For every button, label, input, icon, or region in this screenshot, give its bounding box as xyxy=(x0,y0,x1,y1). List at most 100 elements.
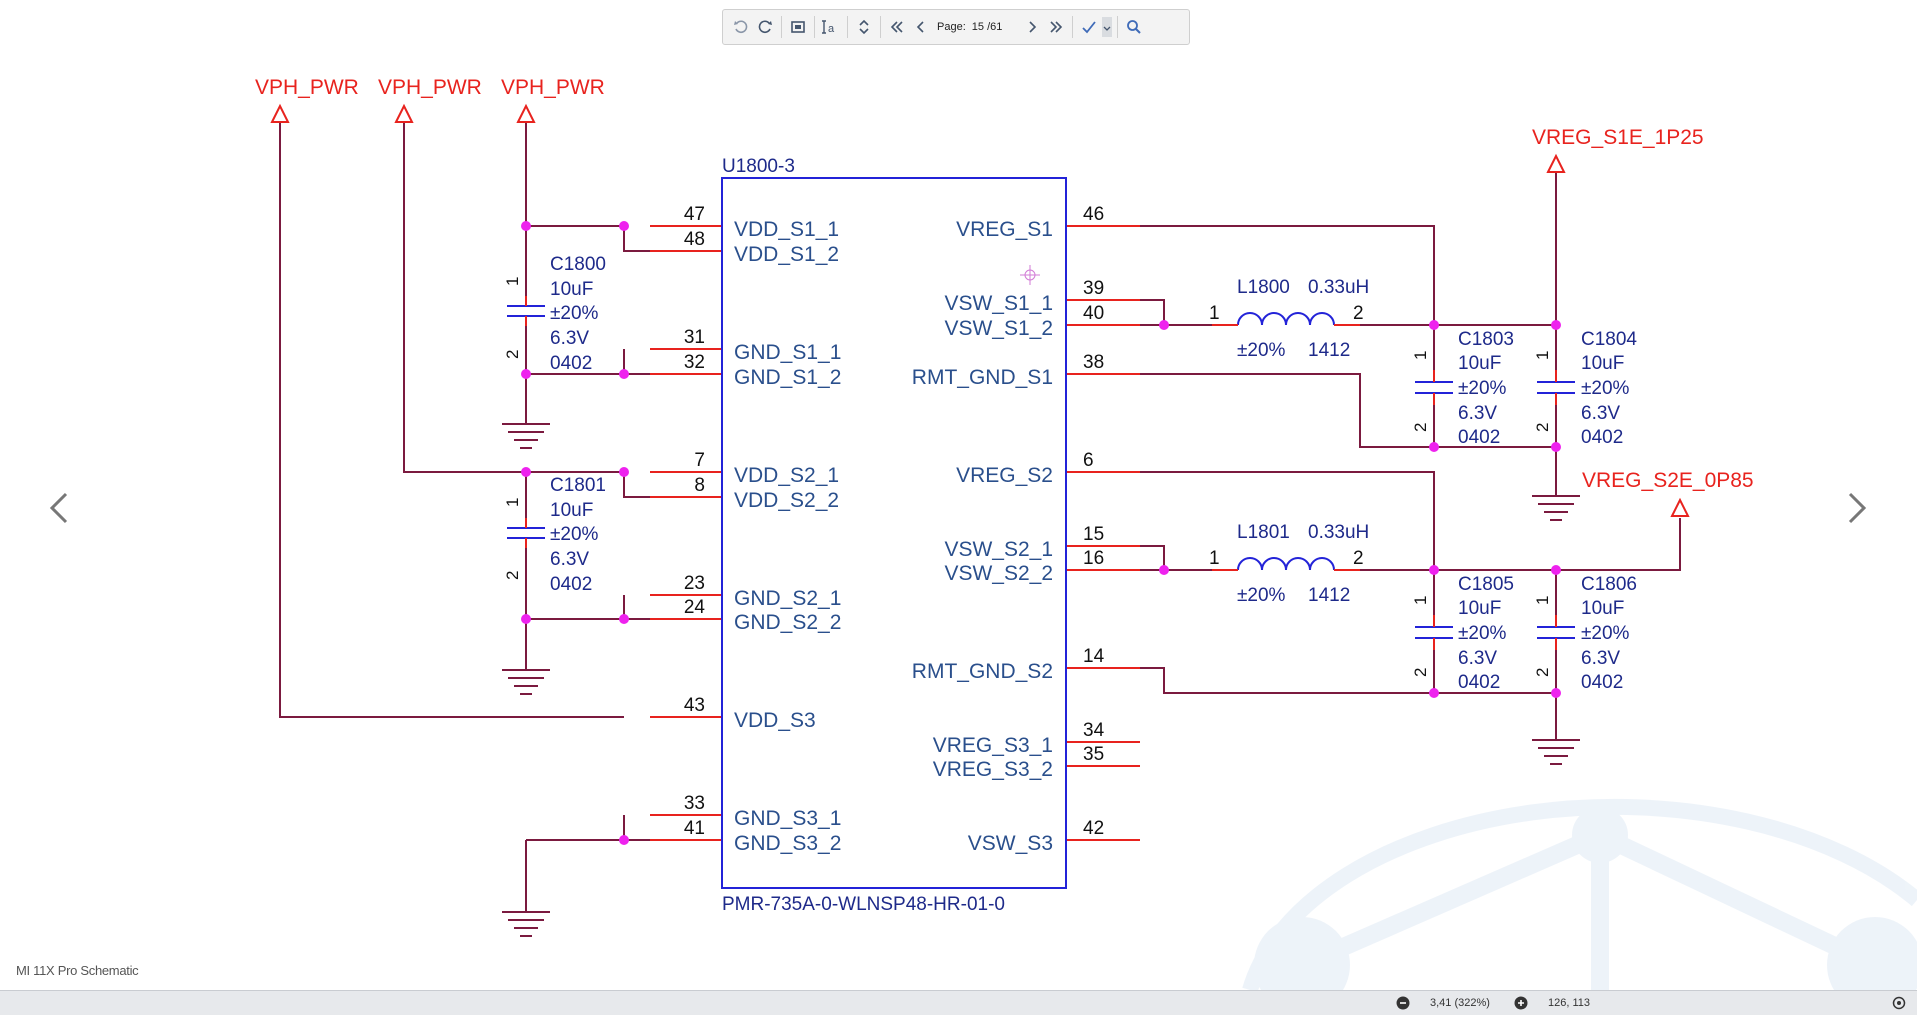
cap-pin2: 2 xyxy=(503,571,522,580)
rotate-left-icon[interactable] xyxy=(729,14,753,40)
cap-pin1: 1 xyxy=(503,498,522,507)
pin-number: 46 xyxy=(1083,204,1104,225)
inductor-l1800: L1800 0.33uH ±20% 1412 1 2 xyxy=(1209,277,1369,361)
pin-name: GND_S2_1 xyxy=(734,587,841,610)
cap-value: 10uF xyxy=(1458,353,1501,374)
cap-voltage: 6.3V xyxy=(550,549,589,570)
cap-tolerance: ±20% xyxy=(1458,623,1507,644)
zoom-in-icon[interactable] xyxy=(1514,996,1528,1010)
cap-value: 10uF xyxy=(1581,353,1624,374)
toolbar-separator xyxy=(814,16,815,38)
scroll-mode-icon[interactable] xyxy=(852,14,876,40)
cap-tolerance: ±20% xyxy=(1581,378,1630,399)
inductor-tolerance: ±20% xyxy=(1237,585,1286,606)
capacitor-c1803: C1803 10uF ±20% 6.3V 0402 1 2 xyxy=(1411,329,1514,448)
cap-tolerance: ±20% xyxy=(1458,378,1507,399)
previous-page-arrow-icon[interactable] xyxy=(40,488,80,528)
cap-ref: C1803 xyxy=(1458,329,1514,350)
pin-number: 35 xyxy=(1083,744,1104,765)
pin-number: 32 xyxy=(684,352,705,373)
text-select-icon[interactable]: a xyxy=(819,14,843,40)
pin-number: 33 xyxy=(684,793,705,814)
right-pin-names: VREG_S1 VSW_S1_1 VSW_S1_2 RMT_GND_S1 VRE… xyxy=(912,218,1053,855)
capacitor-c1806: C1806 10uF ±20% 6.3V 0402 1 2 xyxy=(1533,574,1637,693)
previous-page-icon[interactable] xyxy=(909,14,933,40)
inductor-tolerance: ±20% xyxy=(1237,340,1286,361)
pin-name: VSW_S2_2 xyxy=(944,562,1053,585)
part-ref: U1800-3 xyxy=(722,156,795,177)
inductor-ref: L1801 xyxy=(1237,522,1290,543)
rotate-right-icon[interactable] xyxy=(753,14,777,40)
cap-value: 10uF xyxy=(550,500,593,521)
toolbar-separator xyxy=(1071,16,1073,38)
cap-package: 0402 xyxy=(1458,672,1500,693)
cap-voltage: 6.3V xyxy=(1581,648,1620,669)
pin-name: VDD_S2_2 xyxy=(734,489,839,512)
schematic-canvas: U1800-3 PMR-735A-0-WLNSP48-HR-01-0 VPH_P… xyxy=(255,76,1917,990)
pin-name: VSW_S2_1 xyxy=(944,538,1053,561)
pin-number: 23 xyxy=(684,573,705,594)
ic-body xyxy=(721,177,1067,889)
pin-name: VSW_S1_1 xyxy=(944,292,1053,315)
pin-name: GND_S2_2 xyxy=(734,611,841,634)
page-number-input[interactable]: 15 /61 xyxy=(972,21,1020,33)
cap-pin1: 1 xyxy=(1533,351,1552,360)
pin-name: VREG_S2 xyxy=(956,464,1053,487)
fit-page-icon[interactable] xyxy=(786,14,810,40)
annotate-icon[interactable] xyxy=(1077,14,1101,40)
cap-pin2: 2 xyxy=(1533,423,1552,432)
cap-pin1: 1 xyxy=(503,277,522,286)
settings-icon[interactable] xyxy=(1892,996,1906,1010)
capacitor-c1804: C1804 10uF ±20% 6.3V 0402 1 2 xyxy=(1533,329,1637,448)
annotate-dropdown-icon[interactable] xyxy=(1101,14,1113,40)
cap-pin2: 2 xyxy=(503,350,522,359)
viewer-toolbar: a Page: 15 /61 xyxy=(722,9,1190,45)
first-page-icon[interactable] xyxy=(885,14,909,40)
pin-name: VDD_S2_1 xyxy=(734,464,839,487)
pin-number: 31 xyxy=(684,327,705,348)
inductor-pin2: 2 xyxy=(1353,548,1364,569)
inductor-value: 0.33uH xyxy=(1308,277,1369,298)
cap-value: 10uF xyxy=(1581,598,1624,619)
cap-tolerance: ±20% xyxy=(550,524,599,545)
cap-pin2: 2 xyxy=(1411,668,1430,677)
cap-pin1: 1 xyxy=(1411,596,1430,605)
pin-name: VDD_S1_2 xyxy=(734,243,839,266)
net-label-vreg-s1e: VREG_S1E_1P25 xyxy=(1532,126,1704,149)
cap-package: 0402 xyxy=(550,574,592,595)
toolbar-separator xyxy=(847,16,848,38)
next-page-icon[interactable] xyxy=(1020,14,1044,40)
crosshair-cursor-icon xyxy=(1020,265,1040,285)
capacitor-c1800: C1800 10uF ±20% 6.3V 0402 1 2 xyxy=(503,254,606,374)
page-total: /61 xyxy=(987,21,1003,33)
cap-package: 0402 xyxy=(550,353,592,374)
last-page-icon[interactable] xyxy=(1044,14,1068,40)
inductor-package: 1412 xyxy=(1308,585,1350,606)
next-page-arrow-icon[interactable] xyxy=(1836,488,1876,528)
cap-package: 0402 xyxy=(1581,427,1623,448)
zoom-out-icon[interactable] xyxy=(1396,996,1410,1010)
pin-name: VREG_S1 xyxy=(956,218,1053,241)
net-label-vreg-s2e: VREG_S2E_0P85 xyxy=(1582,469,1754,492)
pin-number: 14 xyxy=(1083,646,1105,667)
pin-name: VSW_S3 xyxy=(968,832,1053,855)
net-labels: VPH_PWR VPH_PWR VPH_PWR VREG_S1E_1P25 VR… xyxy=(255,76,1754,492)
cap-pin1: 1 xyxy=(1411,351,1430,360)
cap-package: 0402 xyxy=(1581,672,1623,693)
inductor-ref: L1800 xyxy=(1237,277,1290,298)
toolbar-separator xyxy=(880,16,881,38)
cap-tolerance: ±20% xyxy=(550,303,599,324)
status-bar: 3,41 (322%) 126, 113 xyxy=(0,990,1917,1015)
pin-number: 48 xyxy=(684,229,705,250)
cap-voltage: 6.3V xyxy=(1581,403,1620,424)
pin-number: 15 xyxy=(1083,524,1104,545)
net-label-vph-pwr-1: VPH_PWR xyxy=(255,76,359,99)
search-icon[interactable] xyxy=(1122,14,1146,40)
cap-package: 0402 xyxy=(1458,427,1500,448)
pin-name: VDD_S1_1 xyxy=(734,218,839,241)
inductor-value: 0.33uH xyxy=(1308,522,1369,543)
part-name: PMR-735A-0-WLNSP48-HR-01-0 xyxy=(722,894,1005,915)
pin-number: 8 xyxy=(694,475,705,496)
inductor-pin1: 1 xyxy=(1209,303,1220,324)
left-pin-numbers: 47 48 31 32 7 8 23 24 43 33 41 xyxy=(684,204,706,839)
